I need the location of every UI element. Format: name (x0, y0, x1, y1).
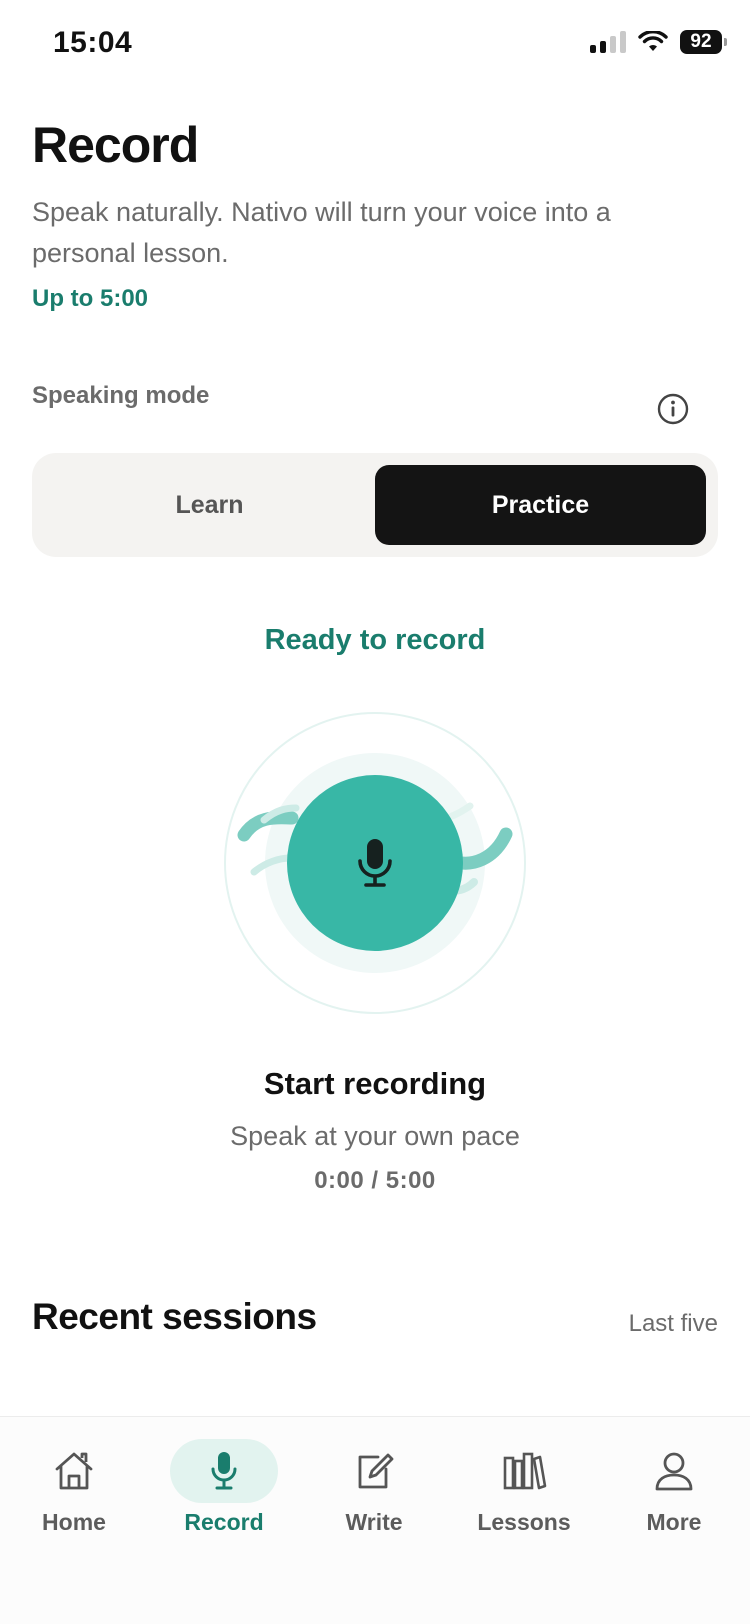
start-recording-title: Start recording (263, 1066, 487, 1101)
tab-lessons[interactable]: Lessons (469, 1439, 579, 1549)
battery-indicator: 92 (680, 30, 727, 54)
info-icon (657, 393, 689, 425)
books-icon (503, 1452, 547, 1490)
speaking-mode-toggle: Learn Practice (32, 453, 718, 557)
tab-home[interactable]: Home (19, 1439, 129, 1549)
wifi-icon (638, 31, 668, 51)
tab-label: Home (42, 1509, 106, 1535)
info-button[interactable] (657, 393, 689, 425)
mode-option-practice[interactable]: Practice (375, 465, 706, 545)
recent-sessions-title: Recent sessions (32, 1296, 317, 1337)
tab-more[interactable]: More (619, 1439, 729, 1549)
person-icon (655, 1452, 693, 1491)
cellular-signal-icon (590, 31, 626, 53)
recording-timer: 0:00 / 5:00 (314, 1167, 436, 1194)
tab-icon-container (170, 1439, 278, 1503)
record-screen: 15:04 92 Record Speak naturally. Nativo … (0, 0, 750, 1624)
tab-icon-container (320, 1439, 428, 1503)
tab-icon-container (470, 1439, 578, 1503)
start-recording-subtitle: Speak at your own pace (230, 1121, 520, 1151)
status-icons: 92 (590, 30, 727, 54)
status-time: 15:04 (53, 26, 133, 59)
record-visual (224, 712, 526, 1014)
speaking-mode-label: Speaking mode (32, 382, 210, 409)
page-subtitle: Speak naturally. Nativo will turn your v… (32, 197, 611, 268)
record-button[interactable] (287, 775, 463, 951)
edit-icon (358, 1453, 394, 1489)
tab-write[interactable]: Write (319, 1439, 429, 1549)
recording-status: Ready to record (264, 624, 486, 656)
duration-limit: Up to 5:00 (32, 285, 149, 312)
microphone-icon (358, 839, 392, 887)
tab-label: More (646, 1509, 702, 1535)
tab-record[interactable]: Record (169, 1439, 279, 1549)
microphone-icon (211, 1452, 237, 1490)
home-icon (55, 1452, 93, 1490)
recent-sessions-meta: Last five (628, 1310, 718, 1337)
tab-icon-container (620, 1439, 728, 1503)
tab-label: Write (345, 1509, 403, 1535)
page-title: Record (32, 117, 199, 173)
tab-label: Record (184, 1509, 264, 1535)
mode-option-learn[interactable]: Learn (44, 465, 375, 545)
tab-icon-container (20, 1439, 128, 1503)
bottom-tab-bar: Home Record Write Lessons More (0, 1416, 750, 1624)
tab-label: Lessons (477, 1509, 571, 1535)
